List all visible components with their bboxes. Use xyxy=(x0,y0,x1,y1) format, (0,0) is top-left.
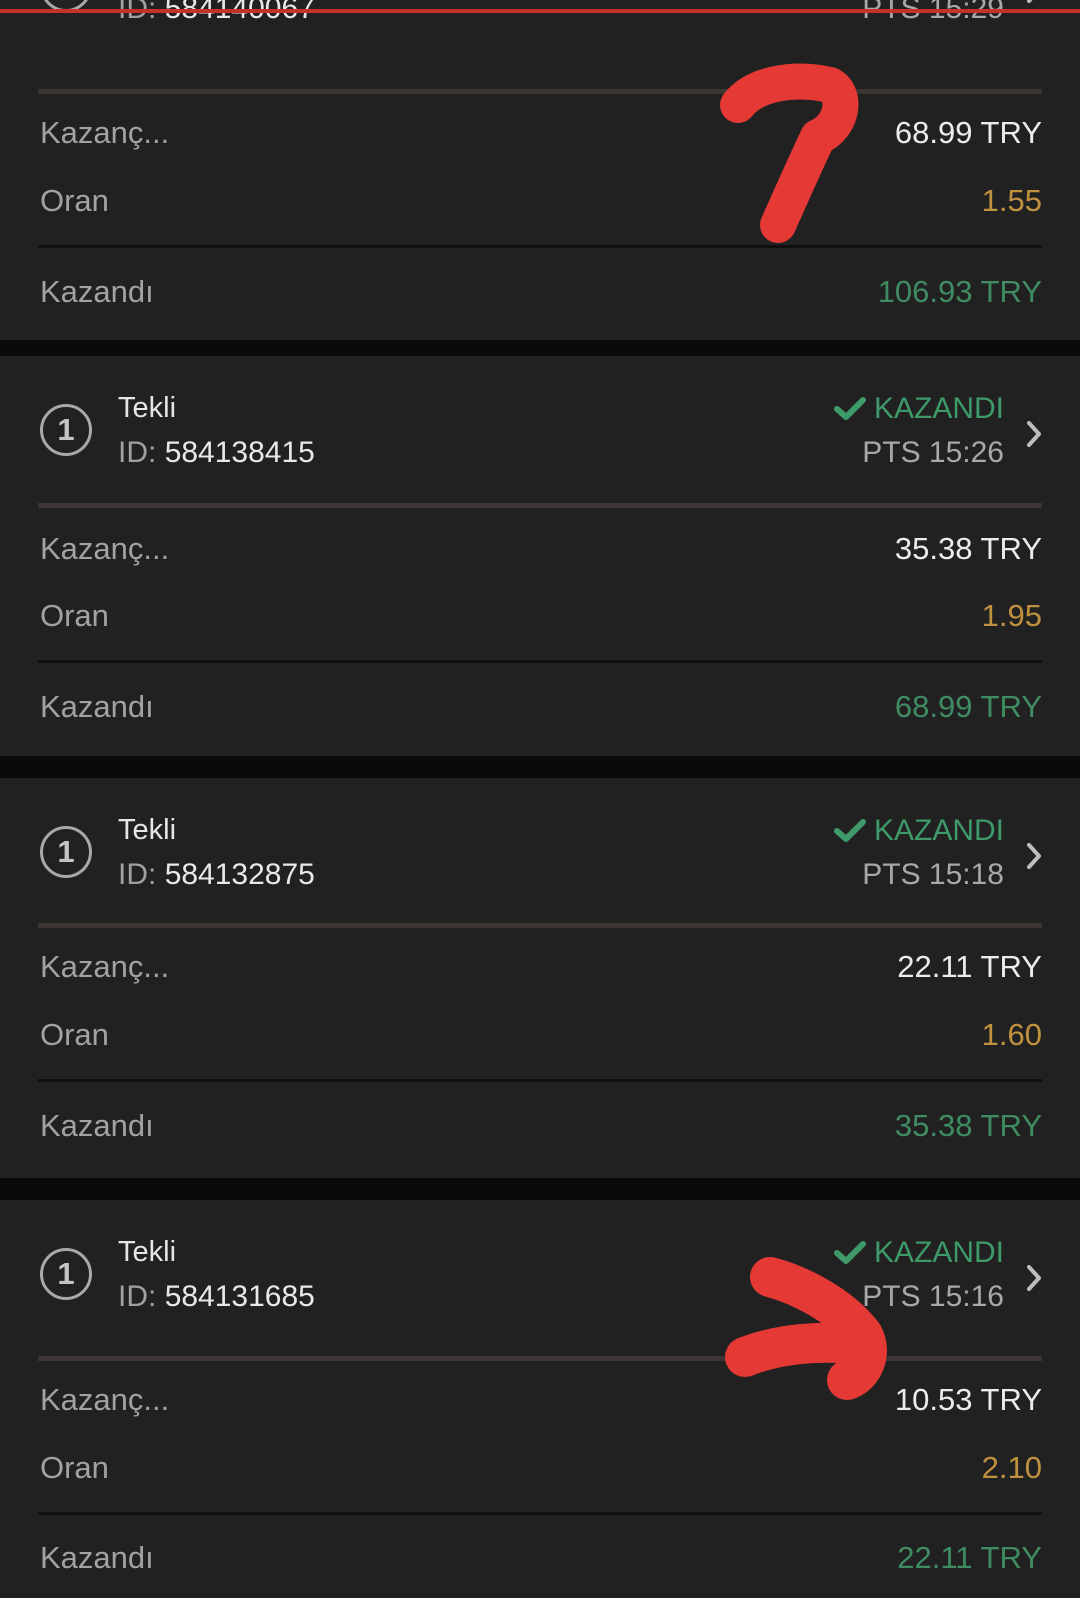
id-value: 584138415 xyxy=(164,436,315,469)
status-badge: KAZANDI xyxy=(833,392,1004,426)
bet-card[interactable]: 1 Tekli ID: 584132875 KAZANDI PTS 15:18 … xyxy=(0,778,1080,1178)
status-text: KAZANDI xyxy=(873,1236,1004,1269)
bet-id: ID: 584132875 xyxy=(118,858,315,892)
bet-id: ID: 584140067 xyxy=(118,0,315,26)
won-label: Kazandı xyxy=(40,274,154,309)
won-row: Kazandı 68.99 TRY xyxy=(40,689,1042,729)
chevron-right-icon[interactable] xyxy=(1026,0,1042,4)
odds-row: Oran 1.55 xyxy=(40,183,1042,223)
bet-header[interactable]: 1 Tekli ID: 584131685 KAZANDI PTS 15:16 xyxy=(0,1200,1080,1350)
bet-type: Tekli xyxy=(118,814,177,846)
status-text: KAZANDI xyxy=(873,814,1004,847)
won-value: 35.38 TRY xyxy=(894,1108,1042,1143)
stake-value: 22.11 TRY xyxy=(897,949,1042,984)
bet-type: Tekli xyxy=(118,392,177,424)
bet-time: PTS 15:29 xyxy=(862,0,1004,26)
stake-row: Kazanç... 22.11 TRY xyxy=(40,949,1042,989)
stake-label: Kazanç... xyxy=(40,949,170,984)
stake-label: Kazanç... xyxy=(40,115,170,150)
chevron-right-icon[interactable] xyxy=(1026,1264,1042,1292)
won-label: Kazandı xyxy=(40,1540,154,1575)
odds-value: 1.55 xyxy=(981,183,1042,218)
divider xyxy=(38,89,1042,94)
bet-card[interactable]: 1 Tekli ID: 584138415 KAZANDI PTS 15:26 … xyxy=(0,356,1080,756)
check-icon xyxy=(833,819,866,842)
divider xyxy=(38,245,1042,248)
bet-id: ID: 584138415 xyxy=(118,436,315,470)
stake-row: Kazanç... 68.99 TRY xyxy=(40,115,1042,155)
check-icon xyxy=(833,397,866,420)
bet-card[interactable]: 1 ID: 584140067 PTS 15:29 Kazanç...68.99… xyxy=(0,0,1080,340)
stake-value: 10.53 TRY xyxy=(894,1382,1042,1417)
stake-row: Kazanç... 35.38 TRY xyxy=(40,531,1042,571)
odds-row: Oran 1.60 xyxy=(40,1017,1042,1057)
id-label: ID: xyxy=(118,858,157,891)
bet-card[interactable]: 1 Tekli ID: 584131685 KAZANDI PTS 15:16 … xyxy=(0,1200,1080,1598)
stake-row: Kazanç... 10.53 TRY xyxy=(40,1382,1042,1422)
status-badge: KAZANDI xyxy=(833,1236,1004,1270)
stake-label: Kazanç... xyxy=(40,531,170,566)
divider xyxy=(38,660,1042,663)
odds-row: Oran 2.10 xyxy=(40,1450,1042,1490)
won-value: 22.11 TRY xyxy=(897,1540,1042,1575)
stake-label: Kazanç... xyxy=(40,1382,170,1417)
bet-header[interactable]: 1 Tekli ID: 584132875 KAZANDI PTS 15:18 xyxy=(0,778,1080,928)
bet-time: PTS 15:16 xyxy=(862,1280,1004,1313)
chevron-right-icon[interactable] xyxy=(1026,842,1042,870)
id-label: ID: xyxy=(118,1280,157,1313)
odds-label: Oran xyxy=(40,1017,109,1052)
odds-value: 1.95 xyxy=(981,598,1042,633)
won-label: Kazandı xyxy=(40,689,154,724)
status-badge: KAZANDI xyxy=(833,814,1004,848)
divider xyxy=(38,923,1042,928)
odds-label: Oran xyxy=(40,183,109,218)
odds-label: Oran xyxy=(40,1450,109,1485)
divider xyxy=(38,1356,1042,1361)
won-value: 68.99 TRY xyxy=(894,689,1042,724)
divider xyxy=(38,1079,1042,1082)
bet-id: ID: 584131685 xyxy=(118,1280,315,1314)
stake-value: 35.38 TRY xyxy=(894,531,1042,566)
bet-header[interactable]: 1 Tekli ID: 584138415 KAZANDI PTS 15:26 xyxy=(0,356,1080,506)
top-accent-line xyxy=(0,9,1080,13)
won-label: Kazandı xyxy=(40,1108,154,1143)
id-label: ID: xyxy=(118,436,157,469)
bet-time: PTS 15:26 xyxy=(862,436,1004,469)
check-icon xyxy=(833,1241,866,1264)
won-row: Kazandı 35.38 TRY xyxy=(40,1108,1042,1148)
circled-number-icon: 1 xyxy=(40,1248,92,1300)
id-value: 584132875 xyxy=(164,858,315,891)
bet-time: PTS 15:18 xyxy=(862,858,1004,891)
stake-value: 68.99 TRY xyxy=(894,115,1042,150)
status-text: KAZANDI xyxy=(873,392,1004,425)
bet-type: Tekli xyxy=(118,1236,177,1268)
chevron-right-icon[interactable] xyxy=(1026,420,1042,448)
won-row: Kazandı 22.11 TRY xyxy=(40,1540,1042,1580)
won-row: Kazandı 106.93 TRY xyxy=(40,274,1042,314)
divider xyxy=(38,1512,1042,1515)
circled-number-icon: 1 xyxy=(40,826,92,878)
odds-label: Oran xyxy=(40,598,109,633)
won-value: 106.93 TRY xyxy=(877,274,1042,309)
circled-number-icon: 1 xyxy=(40,404,92,456)
id-value: 584131685 xyxy=(164,1280,315,1313)
odds-row: Oran 1.95 xyxy=(40,598,1042,638)
odds-value: 1.60 xyxy=(981,1017,1042,1052)
divider xyxy=(38,503,1042,508)
odds-value: 2.10 xyxy=(981,1450,1042,1485)
